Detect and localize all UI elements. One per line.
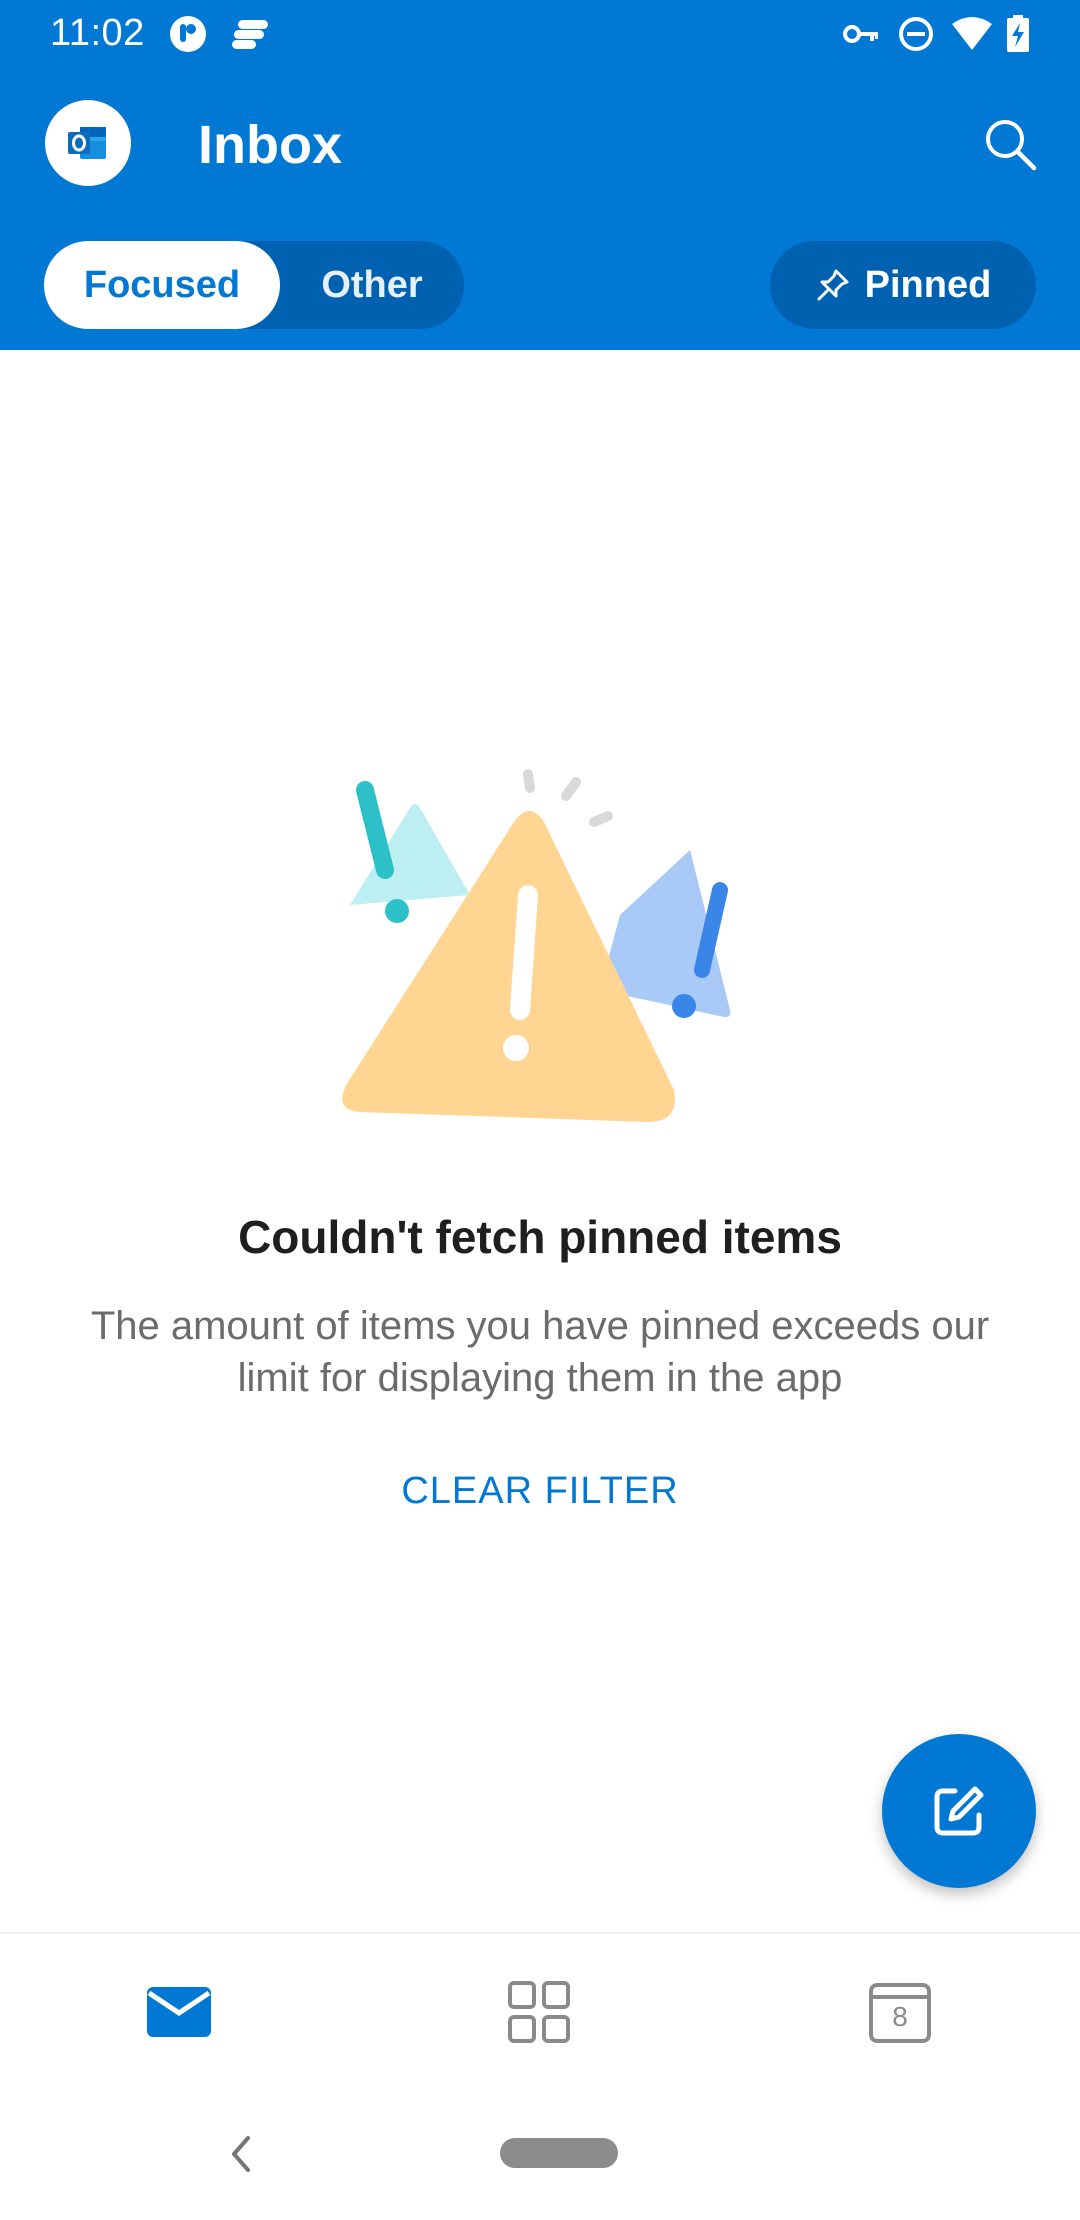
- inbox-filter-toggle: Focused Other: [44, 241, 464, 329]
- account-avatar[interactable]: [45, 100, 131, 186]
- outlook-logo-icon: [66, 121, 110, 170]
- compose-icon: [929, 1781, 989, 1841]
- empty-state-title: Couldn't fetch pinned items: [238, 1211, 842, 1263]
- tab-other[interactable]: Other: [280, 241, 464, 329]
- pin-icon: [815, 267, 851, 303]
- calendar-day-number: 8: [892, 2001, 908, 2032]
- pinned-filter-button[interactable]: Pinned: [770, 241, 1036, 329]
- vpn-key-icon: [842, 14, 882, 54]
- page-title: Inbox: [198, 115, 342, 175]
- mail-icon: [147, 1987, 211, 2037]
- nav-calendar[interactable]: 8: [845, 1975, 955, 2049]
- empty-state-description: The amount of items you have pinned exce…: [90, 1304, 990, 1400]
- status-bar: 11:02: [0, 0, 1080, 66]
- nav-mail[interactable]: [124, 1975, 234, 2049]
- do-not-disturb-icon: [896, 14, 936, 54]
- nav-apps[interactable]: [484, 1975, 594, 2049]
- app-notification-icon: [230, 14, 270, 54]
- bottom-nav-divider: [0, 1932, 1080, 1934]
- apps-icon: [507, 1980, 571, 2044]
- compose-button[interactable]: [882, 1734, 1036, 1888]
- system-back-icon[interactable]: [222, 2130, 258, 2178]
- battery-charging-icon: [1004, 14, 1044, 54]
- clear-filter-button[interactable]: CLEAR FILTER: [0, 1470, 1080, 1513]
- app-notification-icon: [168, 14, 208, 54]
- search-icon[interactable]: [982, 116, 1038, 172]
- app-header: 11:02 Inbox Focused Other Pinned: [0, 0, 1080, 350]
- pinned-label: Pinned: [864, 263, 992, 306]
- tab-focused[interactable]: Focused: [44, 241, 280, 329]
- system-home-handle[interactable]: [500, 2138, 618, 2168]
- calendar-icon: 8: [869, 1981, 931, 2043]
- wifi-icon: [950, 14, 992, 54]
- status-time: 11:02: [50, 12, 145, 54]
- warning-illustration: [330, 760, 750, 1130]
